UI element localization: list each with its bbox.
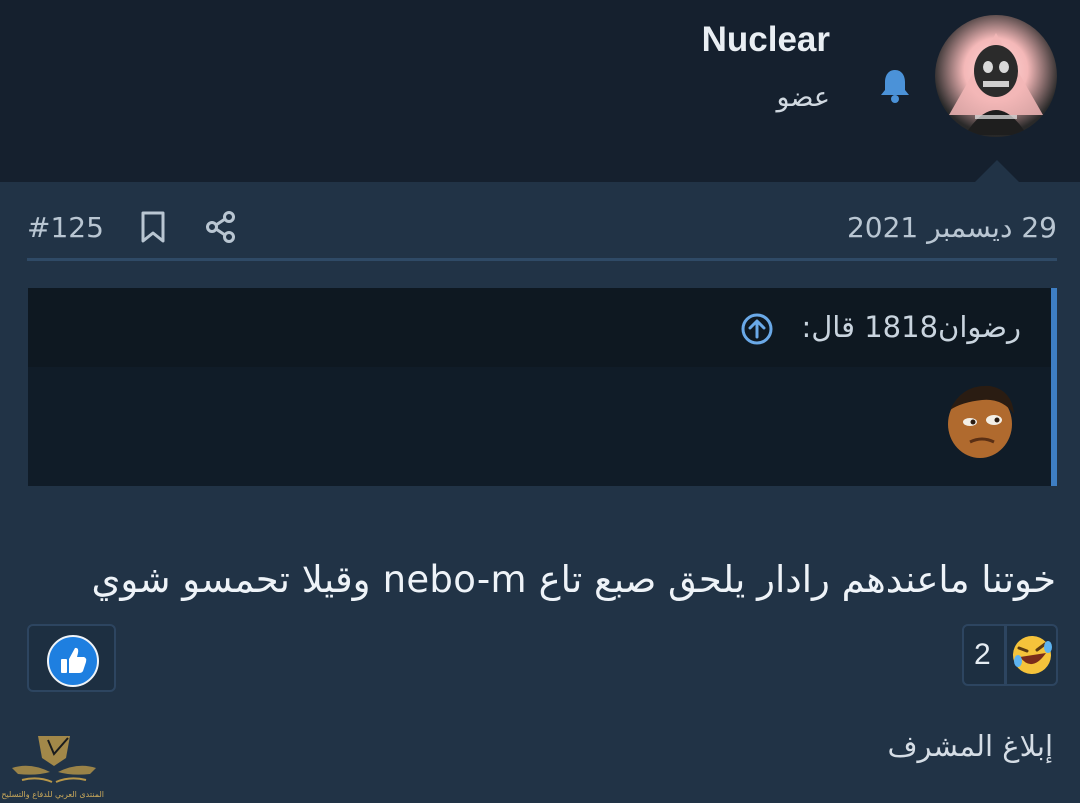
reaction-divider bbox=[1004, 626, 1007, 684]
quote-author[interactable]: رضوان1818 قال: bbox=[801, 310, 1021, 344]
username[interactable]: Nuclear bbox=[702, 20, 830, 60]
quote-header: رضوان1818 قال: bbox=[28, 288, 1051, 367]
skull-avatar-icon bbox=[949, 33, 1043, 135]
like-button[interactable] bbox=[27, 624, 116, 692]
laughing-emoji-icon bbox=[1013, 636, 1052, 674]
watermark-text: المنتدى العربي للدفاع والتسليح bbox=[1, 790, 104, 799]
user-avatar[interactable] bbox=[935, 15, 1057, 137]
header-pointer bbox=[975, 160, 1019, 182]
user-header: Nuclear عضو bbox=[0, 0, 1080, 182]
post-page: Nuclear عضو #125 29 ديسمبر 2021 رضوان181… bbox=[0, 0, 1080, 803]
share-icon[interactable] bbox=[205, 211, 237, 243]
message-body: خوتنا ماعندهم رادار يلحق صبع تاع nebo-m … bbox=[91, 558, 1056, 601]
post-date[interactable]: 29 ديسمبر 2021 bbox=[847, 211, 1057, 244]
meta-divider bbox=[27, 258, 1057, 261]
bookmark-icon[interactable] bbox=[139, 210, 167, 244]
thinking-face-sticker-icon bbox=[948, 385, 1014, 458]
bell-icon[interactable] bbox=[878, 68, 912, 104]
quote-block: رضوان1818 قال: bbox=[28, 288, 1057, 486]
post-meta: #125 29 ديسمبر 2021 bbox=[27, 205, 1057, 255]
post-number[interactable]: #125 bbox=[27, 211, 104, 244]
reaction-summary[interactable]: 2 bbox=[962, 624, 1058, 686]
thumbs-up-icon bbox=[47, 635, 99, 687]
reaction-count: 2 bbox=[974, 638, 991, 671]
report-moderator-link[interactable]: إبلاغ المشرف bbox=[887, 729, 1053, 763]
arrow-up-circle-icon[interactable] bbox=[740, 312, 774, 346]
user-role: عضو bbox=[776, 82, 830, 113]
